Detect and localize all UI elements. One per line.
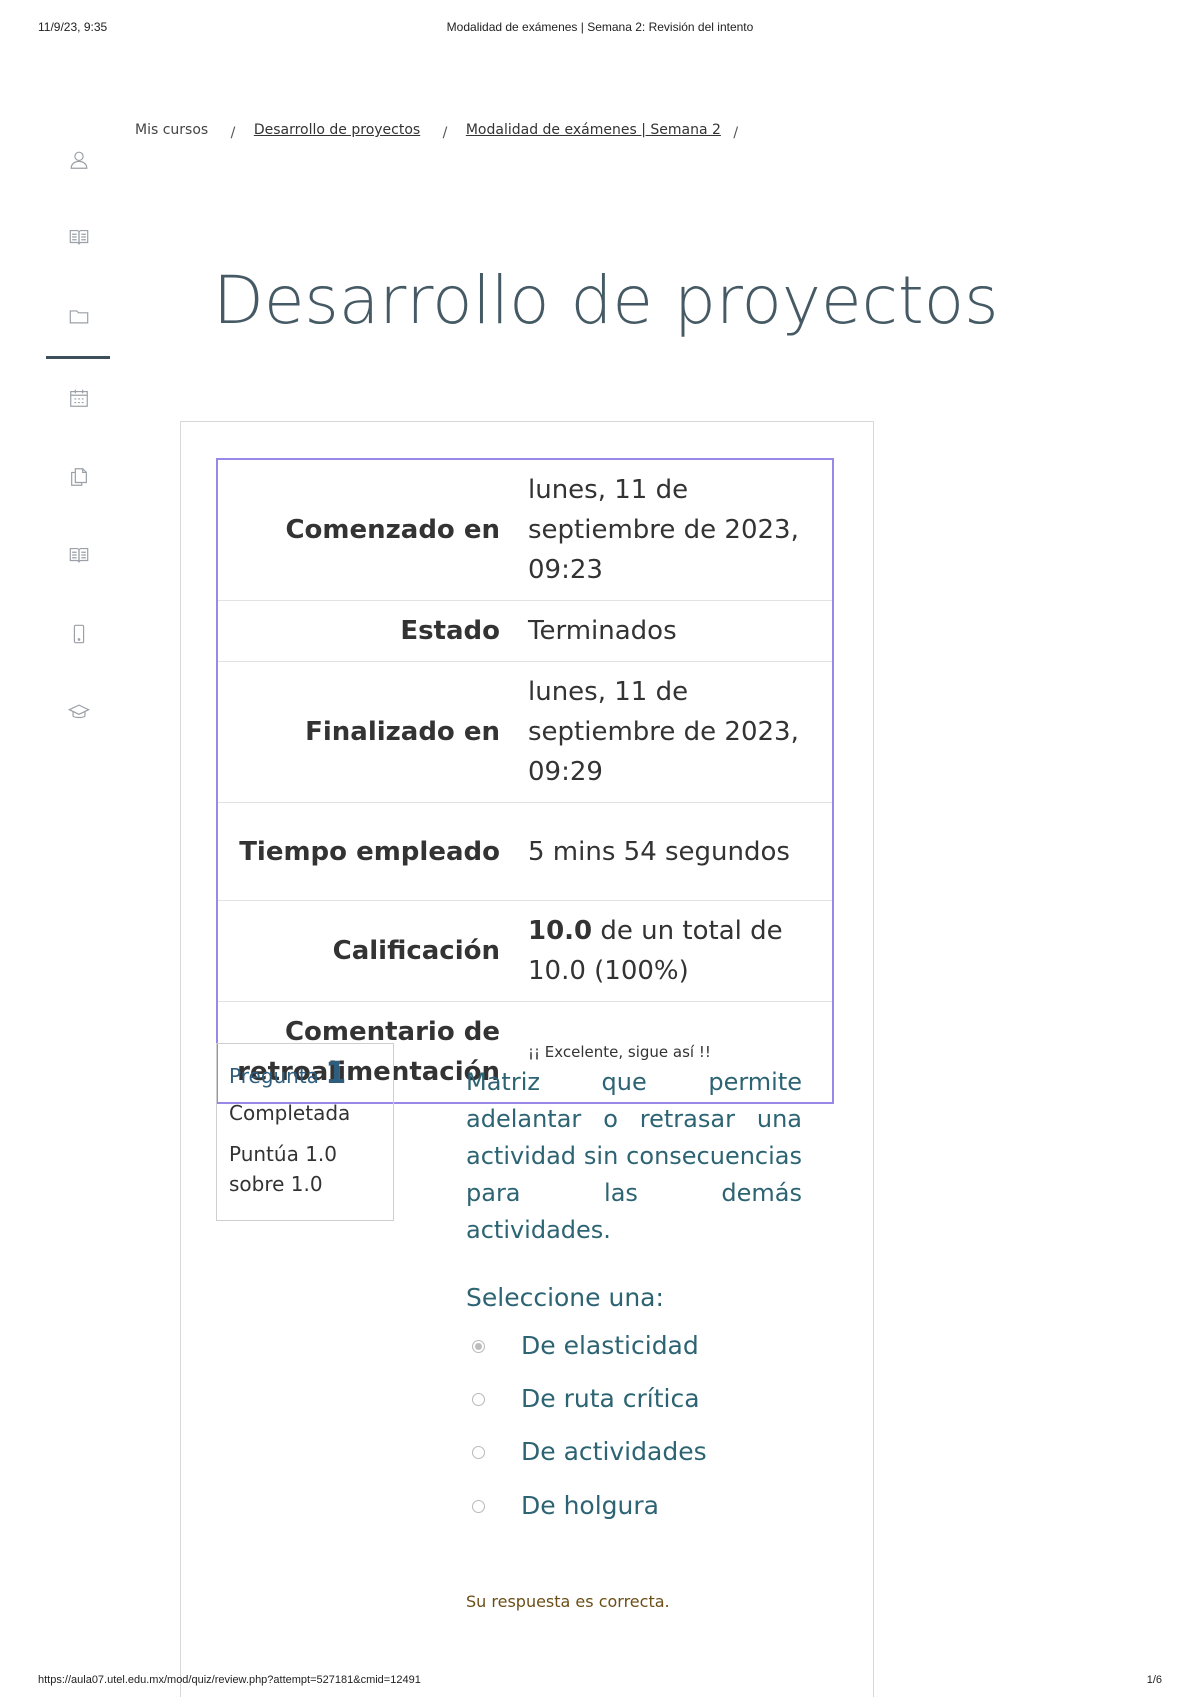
answer-option[interactable]: De actividades bbox=[466, 1433, 846, 1473]
calendar-icon bbox=[70, 389, 88, 407]
sidebar-item-files[interactable] bbox=[46, 296, 112, 336]
summary-value: Terminados bbox=[528, 616, 677, 646]
graduation-cap-icon bbox=[68, 704, 90, 719]
answer-feedback: Su respuesta es correcta. bbox=[466, 1592, 670, 1611]
book-icon bbox=[69, 229, 89, 245]
question-info-box: Pregunta 1 Completada Puntúa 1.0 sobre 1… bbox=[216, 1043, 394, 1221]
answer-label: De elasticidad bbox=[521, 1331, 699, 1360]
sidebar-active-indicator bbox=[46, 356, 110, 359]
sidebar-item-calendar[interactable] bbox=[46, 378, 112, 418]
radio-button[interactable] bbox=[472, 1500, 485, 1513]
breadcrumb-separator: / bbox=[442, 125, 448, 141]
summary-label: Finalizado en bbox=[305, 717, 500, 747]
page: 11/9/23, 9:35 Modalidad de exámenes | Se… bbox=[0, 0, 1200, 1697]
documents-icon bbox=[71, 468, 87, 486]
sidebar-item-grades[interactable] bbox=[46, 692, 112, 732]
page-title: Desarrollo de proyectos bbox=[213, 262, 999, 339]
user-icon bbox=[70, 151, 88, 169]
summary-row-finished: Finalizado en lunes, 11 de septiembre de… bbox=[217, 662, 833, 803]
sidebar-item-documents[interactable] bbox=[46, 457, 112, 497]
mobile-icon bbox=[73, 624, 85, 644]
summary-row-state: Estado Terminados bbox=[217, 601, 833, 662]
print-page-title: Modalidad de exámenes | Semana 2: Revisi… bbox=[446, 20, 754, 34]
summary-label: Estado bbox=[400, 616, 500, 646]
answer-label: De holgura bbox=[521, 1491, 659, 1520]
summary-value: lunes, 11 de septiembre de 2023, 09:29 bbox=[528, 677, 799, 787]
radio-button[interactable] bbox=[472, 1446, 485, 1459]
breadcrumb-item-quiz[interactable]: Modalidad de exámenes | Semana 2 bbox=[466, 122, 721, 138]
summary-row-started: Comenzado en lunes, 11 de septiembre de … bbox=[217, 459, 833, 601]
summary-value: 5 mins 54 segundos bbox=[528, 836, 790, 867]
answer-option[interactable]: De holgura bbox=[466, 1487, 846, 1527]
answer-option[interactable]: De elasticidad bbox=[466, 1327, 846, 1367]
sidebar-item-mobile[interactable] bbox=[46, 614, 112, 654]
breadcrumb: Mis cursos / Desarrollo de proyectos / M… bbox=[135, 122, 752, 141]
summary-label: Tiempo empleado bbox=[239, 836, 500, 867]
attempt-summary-table: Comenzado en lunes, 11 de septiembre de … bbox=[216, 458, 834, 1104]
breadcrumb-separator: / bbox=[230, 125, 236, 141]
summary-row-time: Tiempo empleado 5 mins 54 segundos bbox=[217, 803, 833, 901]
print-page-number: 1/6 bbox=[1146, 1674, 1162, 1686]
answer-option[interactable]: De ruta crítica bbox=[466, 1380, 846, 1420]
sidebar-item-profile[interactable] bbox=[46, 140, 112, 180]
sidebar-item-course[interactable] bbox=[46, 217, 112, 257]
grade-score: 10.0 bbox=[528, 916, 593, 946]
radio-button-selected[interactable] bbox=[472, 1340, 485, 1353]
question-number-value: 1 bbox=[325, 1056, 347, 1091]
question-state: Completada bbox=[229, 1101, 351, 1125]
breadcrumb-item-my-courses[interactable]: Mis cursos bbox=[135, 122, 208, 138]
question-text: Matriz que permite adelantar o retrasar … bbox=[466, 1068, 802, 1244]
summary-label: Calificación bbox=[332, 936, 500, 966]
breadcrumb-separator: / bbox=[733, 125, 739, 141]
summary-value: lunes, 11 de septiembre de 2023, 09:23 bbox=[528, 475, 799, 585]
answer-label: De ruta crítica bbox=[521, 1384, 700, 1413]
question-grade: Puntúa 1.0 sobre 1.0 bbox=[229, 1142, 337, 1196]
radio-button[interactable] bbox=[472, 1393, 485, 1406]
breadcrumb-item-course[interactable]: Desarrollo de proyectos bbox=[254, 122, 420, 138]
summary-value: 10.0 de un total de 10.0 (100%) bbox=[514, 901, 833, 1002]
book-icon bbox=[69, 547, 89, 563]
question-label: Pregunta bbox=[229, 1064, 319, 1088]
answer-label: De actividades bbox=[521, 1437, 707, 1466]
sidebar-item-library[interactable] bbox=[46, 535, 112, 575]
question-number: Pregunta 1 bbox=[229, 1056, 381, 1091]
print-url: https://aula07.utel.edu.mx/mod/quiz/revi… bbox=[38, 1674, 421, 1686]
summary-label: Comenzado en bbox=[285, 515, 500, 545]
summary-row-grade: Calificación 10.0 de un total de 10.0 (1… bbox=[217, 901, 833, 1002]
folder-icon bbox=[69, 310, 89, 324]
answer-prompt: Seleccione una: bbox=[466, 1283, 664, 1312]
